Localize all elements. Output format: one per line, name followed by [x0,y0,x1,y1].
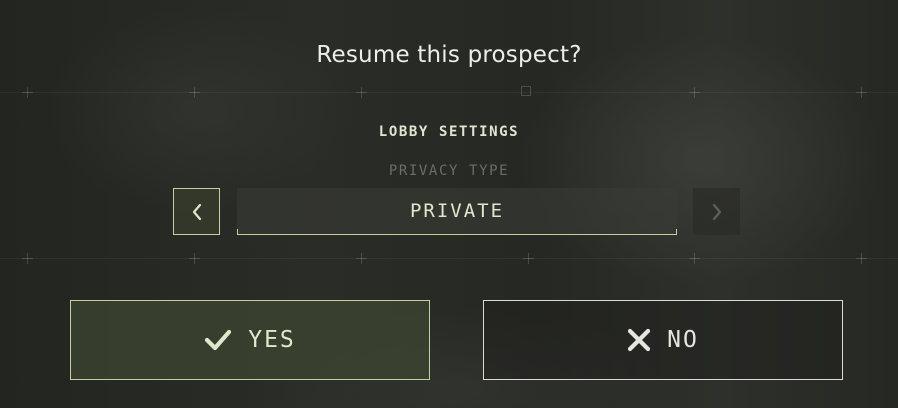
chevron-left-icon [191,203,203,221]
grid-cross-marker [22,87,33,98]
grid-line-top [0,92,898,93]
dialog-title: Resume this prospect? [316,42,582,68]
grid-cross-marker [356,87,367,98]
privacy-next-button[interactable] [693,188,740,235]
no-button[interactable]: NO [483,300,843,380]
privacy-type-value: PRIVATE [409,199,505,222]
yes-button[interactable]: YES [70,300,430,380]
close-icon [627,328,651,352]
grid-cross-marker [189,253,200,264]
privacy-prev-button[interactable] [173,188,220,235]
grid-cross-marker [22,253,33,264]
grid-cross-marker [189,87,200,98]
grid-cross-marker [856,87,867,98]
checkmark-icon [204,329,232,351]
lobby-settings-heading: LOBBY SETTINGS [378,124,520,140]
grid-cross-marker [523,253,534,264]
privacy-type-selector[interactable]: PRIVATE [237,188,677,235]
selector-underline [237,229,677,235]
grid-cross-marker [356,253,367,264]
grid-cross-marker [689,253,700,264]
grid-line-bottom [0,258,898,259]
grid-cross-marker [689,87,700,98]
chevron-right-icon [711,203,723,221]
no-button-label: NO [667,327,699,353]
yes-button-label: YES [248,327,296,353]
grid-square-marker [521,86,531,96]
grid-cross-marker [856,253,867,264]
privacy-type-label: PRIVACY TYPE [388,163,510,179]
resume-prospect-dialog: Resume this prospect? LOBBY SETTINGS PRI… [0,0,898,408]
